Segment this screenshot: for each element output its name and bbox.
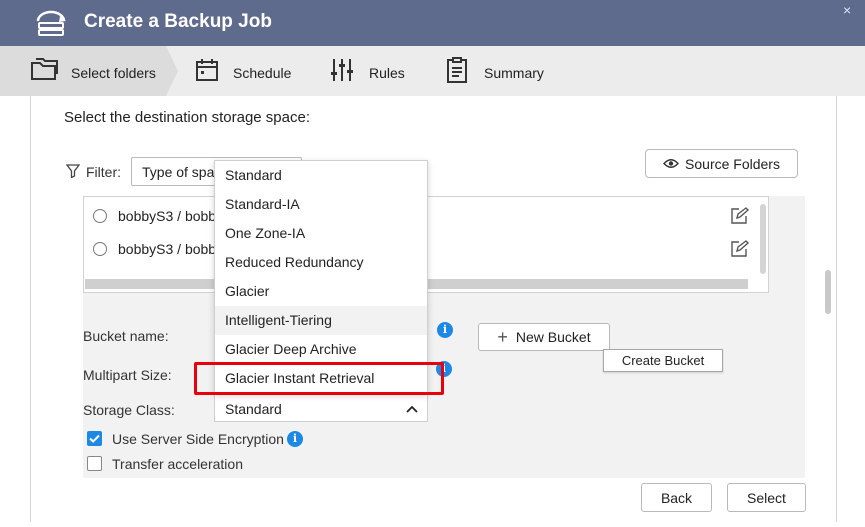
storage-row-radio[interactable] xyxy=(93,209,107,223)
create-bucket-tooltip: Create Bucket xyxy=(603,349,723,372)
storage-row-label: bobbyS3 / bobb xyxy=(118,208,217,224)
title-bar: Create a Backup Job × xyxy=(0,0,865,46)
transfer-acceleration-checkbox[interactable] xyxy=(87,456,102,471)
new-bucket-button[interactable]: + New Bucket xyxy=(478,323,610,351)
filter-icon xyxy=(65,164,81,183)
clipboard-icon xyxy=(446,57,468,88)
plus-icon: + xyxy=(497,327,508,347)
new-bucket-label: New Bucket xyxy=(515,329,591,345)
storage-class-select[interactable]: Standard xyxy=(214,393,428,422)
edit-icon[interactable] xyxy=(730,207,750,230)
back-button[interactable]: Back xyxy=(641,483,712,512)
calendar-icon xyxy=(195,58,219,87)
step-label-select-folders: Select folders xyxy=(71,65,156,81)
wizard-steps: Select folders Schedule Rules Summary xyxy=(0,46,865,96)
step-label-schedule[interactable]: Schedule xyxy=(233,65,291,81)
info-icon[interactable]: i xyxy=(287,431,303,447)
eye-icon xyxy=(663,158,679,169)
dropdown-option-glacier[interactable]: Glacier xyxy=(215,277,427,306)
dropdown-option-standard[interactable]: Standard xyxy=(215,161,427,190)
sse-label: Use Server Side Encryption xyxy=(112,431,284,447)
list-vertical-scrollbar[interactable] xyxy=(760,204,766,274)
chevron-up-icon xyxy=(406,402,418,420)
dropdown-option-glacier-instant-retrieval[interactable]: Glacier Instant Retrieval xyxy=(215,364,427,393)
step-label-rules[interactable]: Rules xyxy=(369,65,405,81)
dropdown-option-glacier-deep-archive[interactable]: Glacier Deep Archive xyxy=(215,335,427,364)
dropdown-option-standard-ia[interactable]: Standard-IA xyxy=(215,190,427,219)
dropdown-option-one-zone-ia[interactable]: One Zone-IA xyxy=(215,219,427,248)
info-icon[interactable]: i xyxy=(437,322,453,338)
folders-icon xyxy=(29,57,61,88)
info-icon[interactable]: i xyxy=(436,361,452,377)
storage-row-label: bobbyS3 / bobb xyxy=(118,241,217,257)
sse-checkbox[interactable] xyxy=(87,431,102,446)
backup-app-icon xyxy=(33,9,69,42)
destination-heading: Select the destination storage space: xyxy=(64,109,310,126)
checkmark-icon xyxy=(89,434,100,443)
dropdown-option-intelligent-tiering[interactable]: Intelligent-Tiering xyxy=(215,306,427,335)
edit-icon[interactable] xyxy=(730,240,750,263)
storage-class-value: Standard xyxy=(225,401,282,417)
multipart-size-label: Multipart Size: xyxy=(83,367,172,383)
sliders-icon xyxy=(330,58,354,87)
transfer-acceleration-label: Transfer acceleration xyxy=(112,456,243,472)
source-folders-button[interactable]: Source Folders xyxy=(645,149,798,178)
source-folders-label: Source Folders xyxy=(685,155,780,172)
filter-select-value: Type of spac xyxy=(142,163,222,180)
storage-class-label: Storage Class: xyxy=(83,402,175,418)
window-title: Create a Backup Job xyxy=(84,11,272,32)
filter-label: Filter: xyxy=(86,164,121,180)
storage-row-radio[interactable] xyxy=(93,242,107,256)
close-icon[interactable]: × xyxy=(843,2,851,18)
storage-class-dropdown: Standard Standard-IA One Zone-IA Reduced… xyxy=(214,160,428,394)
bucket-name-label: Bucket name: xyxy=(83,328,169,344)
content-scrollbar[interactable] xyxy=(825,270,831,314)
step-label-summary[interactable]: Summary xyxy=(484,65,544,81)
select-button[interactable]: Select xyxy=(727,483,806,512)
dropdown-option-reduced-redundancy[interactable]: Reduced Redundancy xyxy=(215,248,427,277)
